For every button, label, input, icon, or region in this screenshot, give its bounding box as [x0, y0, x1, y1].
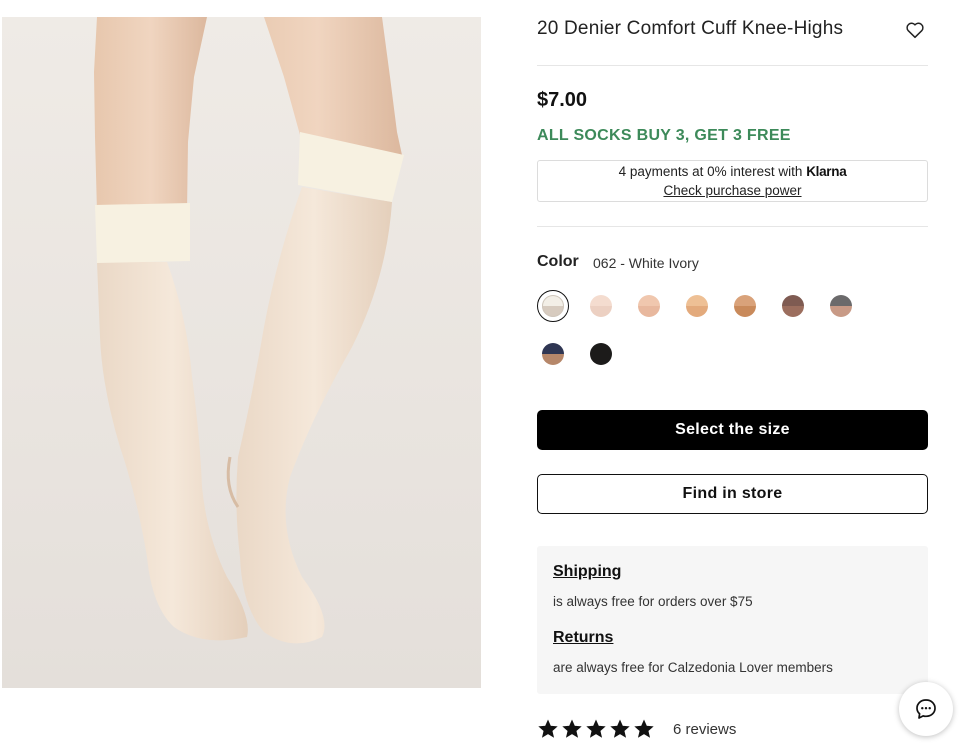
legs-illustration — [94, 17, 404, 644]
check-purchase-power-link[interactable]: Check purchase power — [538, 183, 927, 198]
color-swatch[interactable] — [782, 295, 804, 317]
shipping-text: is always free for orders over $75 — [553, 594, 753, 609]
divider — [537, 226, 928, 227]
star-icon — [562, 719, 582, 738]
heart-icon[interactable] — [904, 19, 926, 41]
product-photo[interactable] — [2, 17, 481, 688]
shipping-link[interactable]: Shipping — [553, 563, 621, 581]
klarna-text: 4 payments at 0% interest with — [618, 164, 807, 179]
select-size-button[interactable]: Select the size — [537, 410, 928, 450]
color-swatch[interactable] — [590, 343, 612, 365]
returns-link[interactable]: Returns — [553, 629, 613, 647]
color-swatch[interactable] — [542, 343, 564, 365]
divider — [537, 65, 928, 66]
promo-text: ALL SOCKS BUY 3, GET 3 FREE — [537, 127, 791, 144]
find-in-store-button[interactable]: Find in store — [537, 474, 928, 514]
star-icon — [586, 719, 606, 738]
klarna-box: 4 payments at 0% interest with Klarna Ch… — [537, 160, 928, 202]
product-title: 20 Denier Comfort Cuff Knee-Highs — [537, 18, 844, 39]
color-swatch[interactable] — [638, 295, 660, 317]
reviews-count-link[interactable]: 6 reviews — [673, 721, 736, 738]
color-label: Color — [537, 253, 579, 270]
color-swatch[interactable] — [542, 295, 564, 317]
klarna-message: 4 payments at 0% interest with Klarna — [538, 164, 927, 179]
color-swatch[interactable] — [830, 295, 852, 317]
color-swatch[interactable] — [590, 295, 612, 317]
color-swatch[interactable] — [686, 295, 708, 317]
returns-text: are always free for Calzedonia Lover mem… — [553, 660, 833, 675]
color-swatch[interactable] — [734, 295, 756, 317]
chat-bubble-icon — [916, 699, 936, 719]
product-price: $7.00 — [537, 89, 588, 111]
klarna-logo: Klarna — [806, 164, 847, 179]
star-icon — [634, 719, 654, 738]
color-selected-value: 062 - White Ivory — [593, 255, 699, 271]
shipping-returns-panel: Shipping is always free for orders over … — [537, 546, 928, 694]
star-icon — [610, 719, 630, 738]
star-icon — [538, 719, 558, 738]
chat-button[interactable] — [899, 682, 953, 736]
